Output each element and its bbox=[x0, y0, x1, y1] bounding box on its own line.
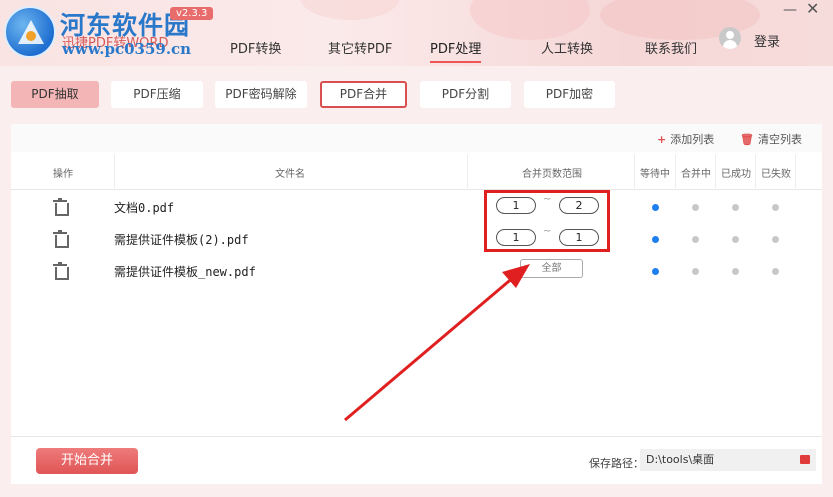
save-path-label: 保存路径： bbox=[589, 457, 644, 470]
footer-bar: 开始合并 保存路径： D:\tools\桌面 bbox=[11, 436, 822, 484]
start-merge-button[interactable]: 开始合并 bbox=[36, 448, 138, 474]
folder-icon[interactable] bbox=[800, 455, 810, 464]
save-path-field[interactable]: D:\tools\桌面 bbox=[640, 449, 816, 471]
save-path-value: D:\tools\桌面 bbox=[646, 453, 715, 466]
annotation-arrow-icon bbox=[344, 264, 530, 422]
